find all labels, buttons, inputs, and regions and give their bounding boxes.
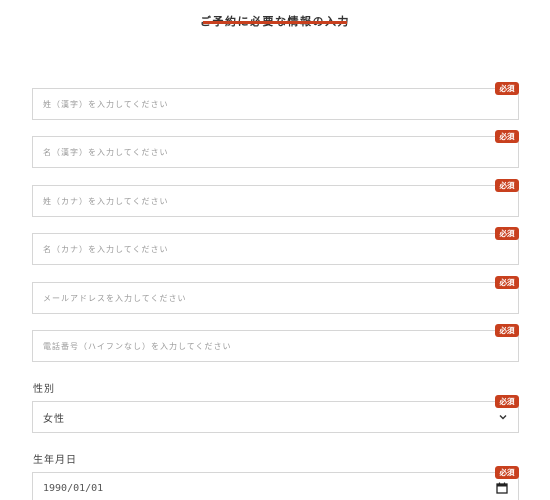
last-name-kanji-group: 必須 [32, 82, 519, 120]
birthdate-label: 生年月日 [33, 455, 77, 466]
email-group: 必須 [32, 276, 519, 314]
chevron-down-icon [499, 415, 507, 420]
required-badge: 必須 [495, 276, 519, 289]
gender-label: 性別 [33, 384, 55, 395]
last-name-kana-group: 必須 [32, 179, 519, 217]
last-name-kana-input[interactable] [32, 185, 519, 217]
first-name-kana-group: 必須 [32, 227, 519, 265]
required-badge: 必須 [495, 130, 519, 143]
required-badge: 必須 [495, 82, 519, 95]
title-underline [203, 21, 347, 24]
gender-select[interactable]: 女性 [32, 401, 519, 433]
last-name-kanji-input[interactable] [32, 88, 519, 120]
gender-selected-value: 女性 [43, 413, 65, 425]
first-name-kanji-group: 必須 [32, 130, 519, 168]
calendar-icon[interactable] [496, 482, 508, 494]
required-badge: 必須 [495, 227, 519, 240]
required-badge: 必須 [495, 324, 519, 337]
phone-group: 必須 [32, 324, 519, 362]
required-badge: 必須 [495, 466, 519, 479]
phone-input[interactable] [32, 330, 519, 362]
required-badge: 必須 [495, 179, 519, 192]
first-name-kanji-input[interactable] [32, 136, 519, 168]
required-badge: 必須 [495, 395, 519, 408]
birthdate-input[interactable]: 1990/01/01 [32, 472, 519, 500]
first-name-kana-input[interactable] [32, 233, 519, 265]
email-input[interactable] [32, 282, 519, 314]
birthdate-value: 1990/01/01 [43, 482, 104, 494]
